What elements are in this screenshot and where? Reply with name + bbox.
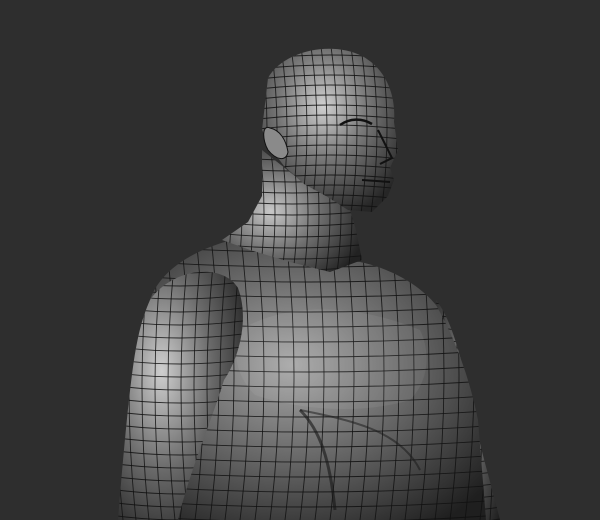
model-render bbox=[103, 35, 506, 520]
mesh-edge bbox=[495, 230, 504, 520]
mesh-edge bbox=[400, 40, 407, 220]
mesh-edge bbox=[502, 290, 506, 520]
mesh-edge bbox=[410, 40, 417, 220]
render-viewport bbox=[0, 0, 600, 520]
mesh-edge bbox=[430, 290, 505, 294]
mesh-edge bbox=[436, 301, 500, 307]
mesh-edge bbox=[250, 35, 410, 40]
mesh-edge bbox=[250, 40, 257, 220]
mesh-edge bbox=[103, 255, 110, 520]
